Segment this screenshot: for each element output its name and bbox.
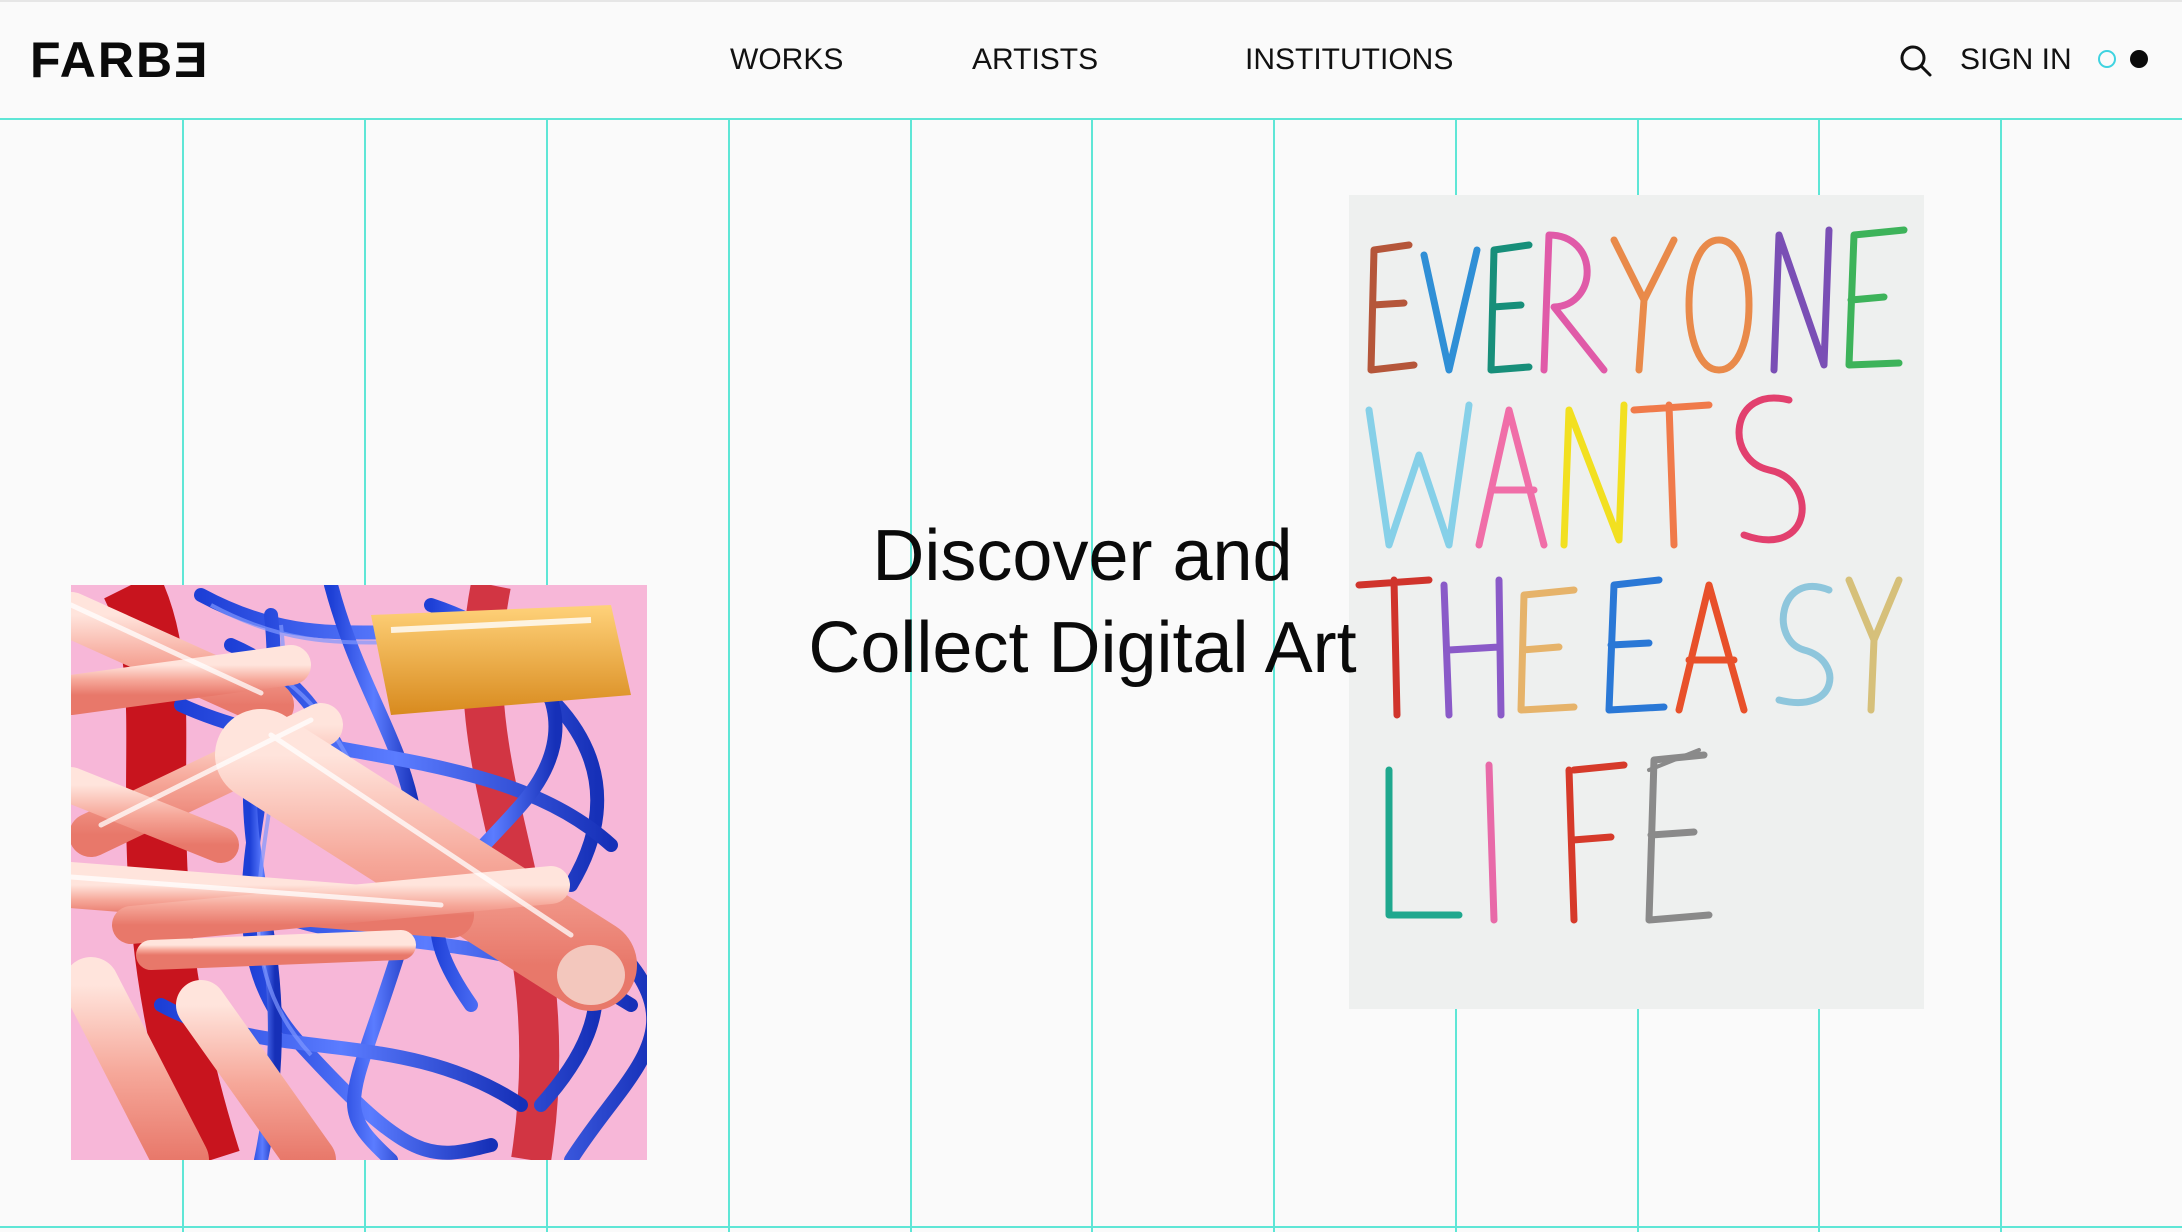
abstract-3d-artwork-icon xyxy=(71,585,647,1160)
site-header: FARBƎ WORKS ARTISTS INSTITUTIONS SIGN IN xyxy=(0,0,2182,120)
sign-in-link[interactable]: SIGN IN xyxy=(1960,42,2072,78)
theme-toggle[interactable] xyxy=(2098,50,2156,72)
dark-mode-icon xyxy=(2130,50,2148,68)
brand-logo[interactable]: FARBƎ xyxy=(30,32,209,88)
search-icon[interactable] xyxy=(1899,44,1933,78)
light-mode-icon xyxy=(2098,50,2116,68)
nav-item-artists[interactable]: ARTISTS xyxy=(972,42,1098,78)
artwork-abstract-tubes[interactable] xyxy=(71,585,647,1160)
grid-bottom-line xyxy=(0,1226,2182,1228)
hero-heading: Discover and Collect Digital Art xyxy=(700,510,1465,694)
nav-item-institutions[interactable]: INSTITUTIONS xyxy=(1245,42,1453,78)
page: FARBƎ WORKS ARTISTS INSTITUTIONS SIGN IN xyxy=(0,0,2182,1232)
grid-line xyxy=(2000,120,2002,1232)
hero-line-2: Collect Digital Art xyxy=(808,608,1357,688)
hero-line-1: Discover and xyxy=(872,516,1293,596)
nav-item-works[interactable]: WORKS xyxy=(730,42,843,78)
